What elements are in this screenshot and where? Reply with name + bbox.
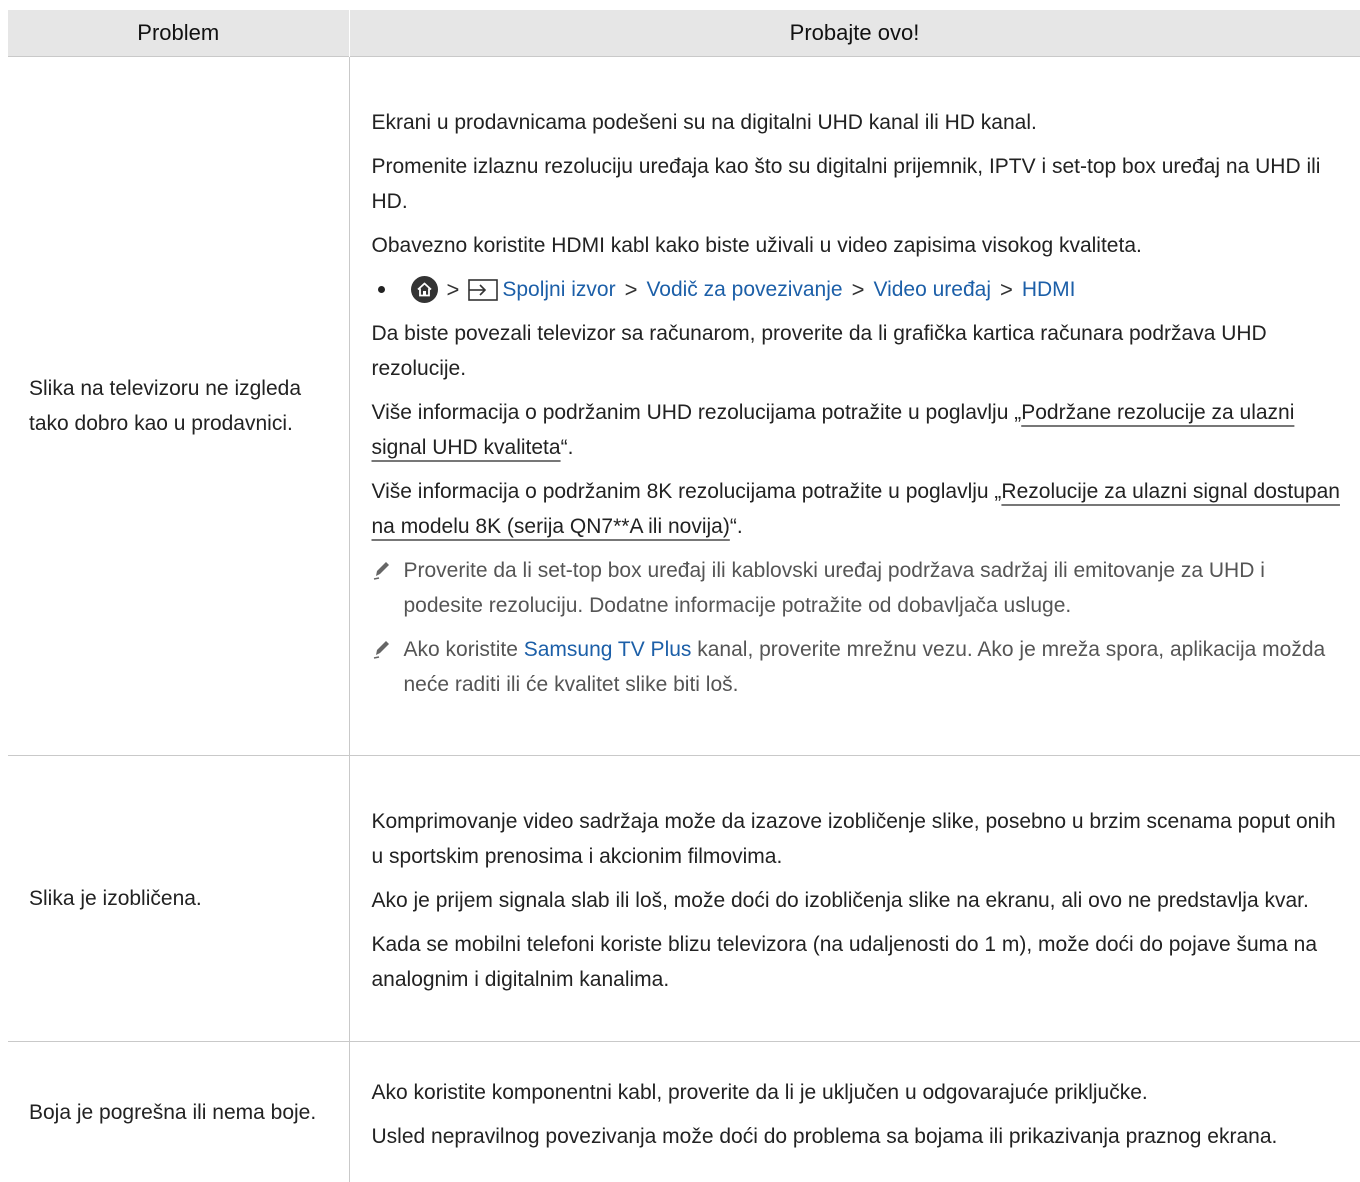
note: Proverite da li set-top box uređaj ili k… [372, 553, 1347, 623]
solution-paragraph: Ekrani u prodavnicama podešeni su na dig… [372, 105, 1347, 140]
troubleshooting-table: Problem Probajte ovo! Slika na televizor… [8, 10, 1360, 1182]
note: Ako koristite Samsung TV Plus kanal, pro… [372, 632, 1347, 702]
path-separator: > [1000, 272, 1013, 307]
solution-paragraph: Kada se mobilni telefoni koriste blizu t… [372, 927, 1347, 997]
header-solution: Probajte ovo! [349, 10, 1360, 57]
bullet-icon [378, 286, 385, 293]
pencil-icon [372, 553, 404, 623]
table-row: Slika je izobličena. Komprimovanje video… [8, 756, 1360, 1042]
problem-cell: Boja je pogrešna ili nema boje. [8, 1042, 349, 1182]
table-row: Slika na televizoru ne izgleda tako dobr… [8, 57, 1360, 756]
path-item-connection-guide[interactable]: Vodič za povezivanje [646, 272, 842, 307]
note-text: Proverite da li set-top box uređaj ili k… [404, 553, 1347, 623]
problem-text: Slika je izobličena. [8, 881, 349, 916]
solution-paragraph: Promenite izlaznu rezoluciju uređaja kao… [372, 149, 1347, 219]
solution-paragraph: Više informacija o podržanim 8K rezoluci… [372, 474, 1347, 544]
path-separator: > [852, 272, 865, 307]
solution-cell: Komprimovanje video sadržaja može da iza… [349, 756, 1360, 1042]
solution-paragraph: Više informacija o podržanim UHD rezoluc… [372, 395, 1347, 465]
solution-paragraph: Da biste povezali televizor sa računarom… [372, 316, 1347, 386]
path-item-hdmi[interactable]: HDMI [1022, 272, 1076, 307]
problem-cell: Slika je izobličena. [8, 756, 349, 1042]
solution-paragraph: Komprimovanje video sadržaja može da iza… [372, 804, 1347, 874]
path-item-external-source[interactable]: Spoljni izvor [468, 272, 615, 307]
problem-text: Slika na televizoru ne izgleda tako dobr… [8, 371, 349, 441]
path-separator: > [625, 272, 638, 307]
pencil-icon [372, 632, 404, 702]
solution-cell: Ako koristite komponentni kabl, proverit… [349, 1042, 1360, 1182]
solution-paragraph: Obavezno koristite HDMI kabl kako biste … [372, 228, 1347, 263]
table-header-row: Problem Probajte ovo! [8, 10, 1360, 57]
path-separator: > [447, 272, 460, 307]
link-samsung-tv-plus[interactable]: Samsung TV Plus [524, 638, 692, 661]
path-item-video-device[interactable]: Video uređaj [873, 272, 991, 307]
note-text: Ako koristite Samsung TV Plus kanal, pro… [404, 632, 1347, 702]
problem-text: Boja je pogrešna ili nema boje. [8, 1095, 349, 1130]
header-problem: Problem [8, 10, 349, 57]
solution-paragraph: Ako koristite komponentni kabl, proverit… [372, 1075, 1347, 1110]
solution-paragraph: Usled nepravilnog povezivanja može doći … [372, 1119, 1347, 1154]
solution-paragraph: Ako je prijem signala slab ili loš, može… [372, 883, 1347, 918]
table-row: Boja je pogrešna ili nema boje. Ako kori… [8, 1042, 1360, 1182]
home-icon[interactable] [411, 276, 438, 303]
solution-cell: Ekrani u prodavnicama podešeni su na dig… [349, 57, 1360, 756]
problem-cell: Slika na televizoru ne izgleda tako dobr… [8, 57, 349, 756]
source-input-icon [468, 279, 498, 301]
menu-path: > Spoljni izvor > Vodič za povezivanje >… [372, 272, 1347, 307]
